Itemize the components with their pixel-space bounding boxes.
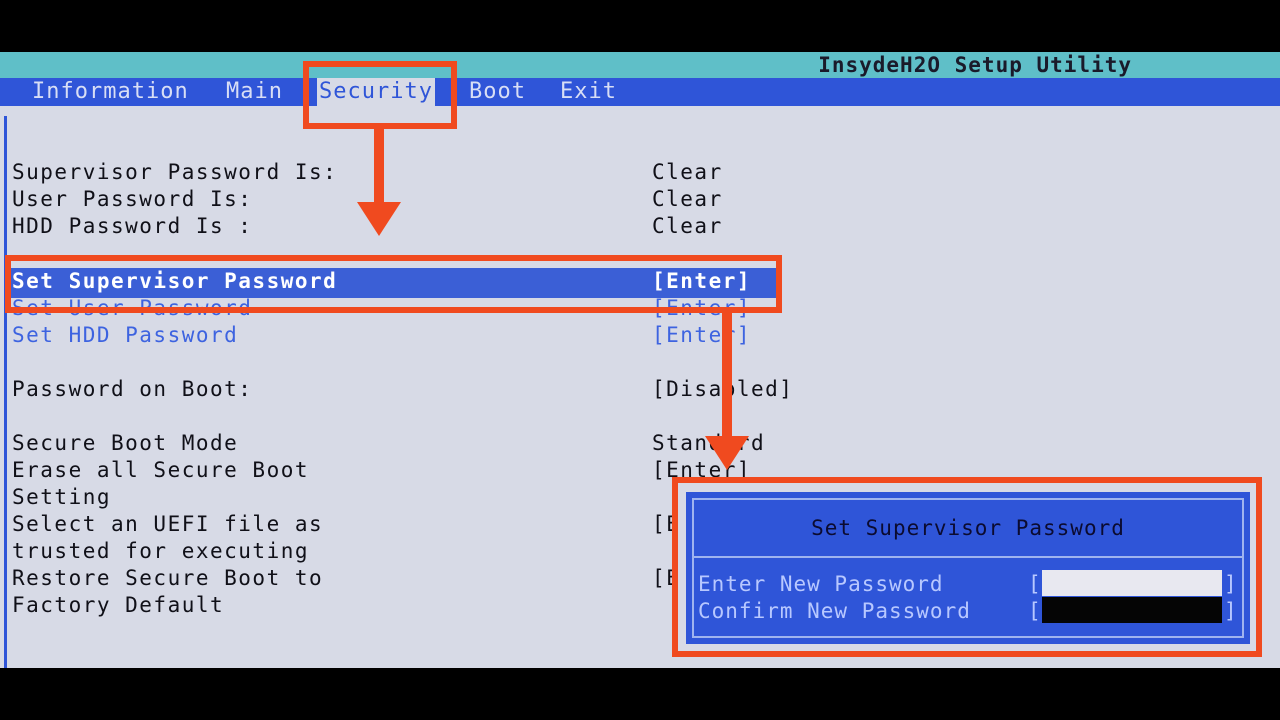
select-uefi-label: Select an UEFI file as (12, 512, 324, 536)
set-password-dialog: Set Supervisor Password Enter New Passwo… (686, 492, 1250, 644)
app-title: InsydeH2O Setup Utility (818, 53, 1132, 77)
hdd-status-label: HDD Password Is : (12, 214, 253, 238)
password-on-boot-label: Password on Boot: (12, 377, 253, 401)
enter-password-input[interactable] (1042, 570, 1222, 596)
title-bar: InsydeH2O Setup Utility (0, 52, 1280, 78)
secure-boot-mode-label: Secure Boot Mode (12, 431, 239, 455)
restore-secure-boot-label-2: Factory Default (12, 593, 225, 617)
user-status-value: Clear (652, 187, 723, 211)
set-hdd-password[interactable]: Set HDD Password (12, 323, 238, 347)
erase-secure-boot-label: Erase all Secure Boot (12, 458, 310, 482)
dialog-title: Set Supervisor Password (811, 516, 1125, 540)
enter-password-label: Enter New Password (698, 572, 944, 596)
hdd-status-value: Clear (652, 214, 723, 238)
arrow-shaft-down (374, 129, 384, 203)
dialog-frame: Set Supervisor Password Enter New Passwo… (692, 498, 1244, 638)
set-hdd-password-value[interactable]: [Enter] (652, 323, 751, 347)
user-status-label: User Password Is: (12, 187, 253, 211)
select-uefi-label-2: trusted for executing (12, 539, 310, 563)
enter-bracket-open: [ (1028, 572, 1041, 596)
menu-bar: Information Main Security Boot Exit (0, 78, 1280, 106)
arrow-head-down (357, 202, 401, 236)
menu-main[interactable]: Main (226, 78, 283, 106)
left-border (4, 116, 7, 668)
enter-bracket-close: ] (1224, 572, 1237, 596)
security-tab-highlight-box (303, 61, 457, 129)
dialog-separator (694, 556, 1242, 558)
supervisor-status-value: Clear (652, 160, 723, 184)
menu-exit[interactable]: Exit (560, 78, 617, 106)
confirm-bracket-open: [ (1028, 599, 1041, 623)
restore-secure-boot-label: Restore Secure Boot to (12, 566, 324, 590)
erase-secure-boot-label-2: Setting (12, 485, 112, 509)
confirm-password-input[interactable] (1042, 597, 1222, 623)
menu-information[interactable]: Information (32, 78, 189, 106)
menu-boot[interactable]: Boot (469, 78, 526, 106)
confirm-password-label: Confirm New Password (698, 599, 971, 623)
arrow-shaft-popup (722, 313, 732, 437)
confirm-bracket-close: ] (1224, 599, 1237, 623)
supervisor-status-label: Supervisor Password Is: (12, 160, 338, 184)
set-supervisor-highlight-box (5, 255, 782, 313)
arrow-head-popup (705, 436, 749, 470)
